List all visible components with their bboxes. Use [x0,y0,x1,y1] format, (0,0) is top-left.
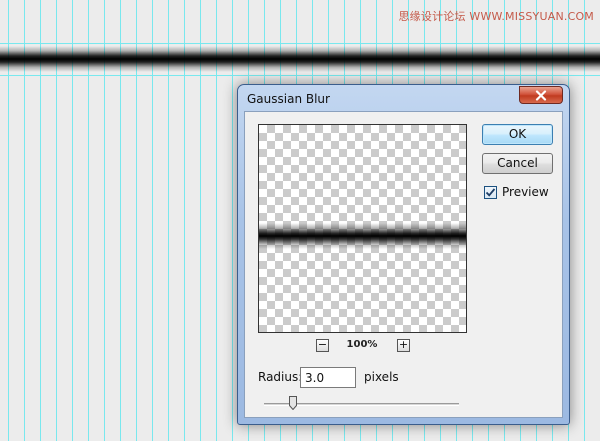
title-bar[interactable]: Gaussian Blur [238,85,569,111]
radius-slider-thumb[interactable] [289,396,297,410]
dialog-body: − 100% + OK Cancel Preview Radius: pixel… [244,111,563,418]
preview-label: Preview [502,185,549,199]
check-icon [485,188,496,197]
preview-area[interactable] [258,124,467,333]
dialog-title: Gaussian Blur [247,92,330,106]
radius-unit: pixels [364,370,399,384]
watermark: 思缘设计论坛 WWW.MISSYUAN.COM [398,10,594,23]
zoom-out-button[interactable]: − [316,339,329,352]
close-button[interactable] [519,86,563,104]
preview-checkbox[interactable] [484,186,497,199]
horizontal-guide [0,75,600,76]
slider-thumb-icon [289,396,297,410]
radius-label: Radius: [258,370,303,384]
preview-blurred-line [259,223,466,249]
gaussian-blur-dialog: Gaussian Blur − 100% + OK Cancel Preview… [237,84,570,425]
zoom-level: 100% [346,339,378,350]
ok-button[interactable]: OK [482,124,553,145]
radius-input[interactable] [300,367,356,388]
zoom-in-button[interactable]: + [397,339,410,352]
close-icon [535,89,547,101]
horizontal-guide [0,43,600,44]
blurred-line [0,46,600,72]
cancel-button[interactable]: Cancel [482,153,553,174]
